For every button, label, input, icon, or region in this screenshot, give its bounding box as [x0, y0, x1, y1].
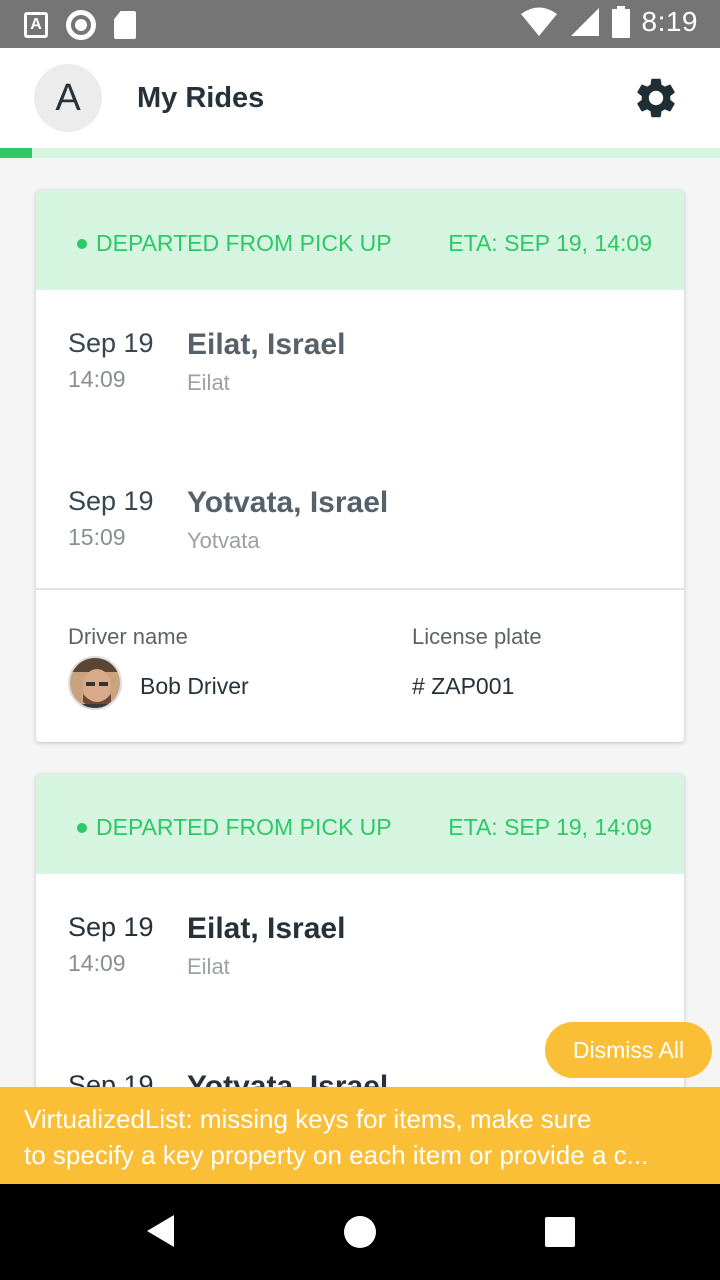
back-icon[interactable] [146, 1214, 176, 1248]
pickup-stop: Sep 19 14:09 Eilat, Israel Eilat [36, 912, 684, 992]
stop-time: 14:09 [68, 950, 126, 976]
stop-city: Eilat, Israel [187, 328, 346, 361]
license-plate-value: # ZAP001 [412, 673, 515, 699]
status-dot-icon [77, 823, 87, 833]
pickup-stop: Sep 19 14:09 Eilat, Israel Eilat [36, 328, 684, 408]
license-plate-label: License plate [412, 624, 542, 649]
stop-date: Sep 19 [68, 912, 154, 942]
record-icon [66, 10, 96, 40]
status-bar: A 8:19 [0, 0, 720, 48]
page-title: My Rides [137, 82, 265, 114]
stop-city: Eilat, Israel [187, 912, 346, 945]
stop-date: Sep 19 [68, 486, 154, 516]
ride-status: DEPARTED FROM PICK UP [96, 230, 392, 256]
recent-apps-icon[interactable] [545, 1217, 575, 1247]
ride-eta: ETA: SEP 19, 14:09 [448, 230, 652, 256]
ride-card[interactable]: DEPARTED FROM PICK UP ETA: SEP 19, 14:09… [36, 190, 684, 742]
driver-avatar [68, 656, 122, 710]
avatar[interactable]: A [34, 64, 102, 132]
card-divider [36, 588, 684, 590]
ride-status-banner: DEPARTED FROM PICK UP ETA: SEP 19, 14:09 [36, 190, 684, 290]
stop-date: Sep 19 [68, 328, 154, 358]
system-nav-bar [0, 1184, 720, 1280]
stop-time: 15:09 [68, 524, 126, 550]
driver-name: Bob Driver [140, 673, 249, 699]
ride-eta: ETA: SEP 19, 14:09 [448, 814, 652, 840]
driver-name-label: Driver name [68, 624, 188, 649]
stop-locality: Eilat [187, 954, 230, 979]
app-notification-icon: A [24, 12, 48, 38]
app-header: A My Rides [0, 48, 720, 148]
loading-progress-bar [0, 148, 720, 158]
signal-icon [570, 8, 599, 36]
sd-card-icon [114, 11, 136, 39]
home-icon[interactable] [344, 1216, 376, 1248]
battery-icon [611, 6, 630, 38]
clock: 8:19 [641, 6, 698, 37]
yellowbox-warning[interactable]: VirtualizedList: missing keys for items,… [0, 1087, 720, 1184]
wifi-icon [520, 7, 557, 36]
ride-status-banner: DEPARTED FROM PICK UP ETA: SEP 19, 14:09 [36, 774, 684, 874]
progress-fill [0, 148, 32, 158]
dropoff-stop: Sep 19 15:09 Yotvata, Israel Yotvata [36, 486, 684, 566]
stop-locality: Yotvata [187, 528, 260, 553]
stop-time: 14:09 [68, 366, 126, 392]
warning-line-2: to specify a key property on each item o… [24, 1140, 649, 1170]
settings-gear-icon[interactable] [632, 74, 680, 122]
status-dot-icon [77, 239, 87, 249]
warning-line-1: VirtualizedList: missing keys for items,… [24, 1104, 592, 1134]
stop-locality: Eilat [187, 370, 230, 395]
dismiss-all-button[interactable]: Dismiss All [545, 1022, 712, 1078]
stop-city: Yotvata, Israel [187, 486, 389, 519]
ride-status: DEPARTED FROM PICK UP [96, 814, 392, 840]
